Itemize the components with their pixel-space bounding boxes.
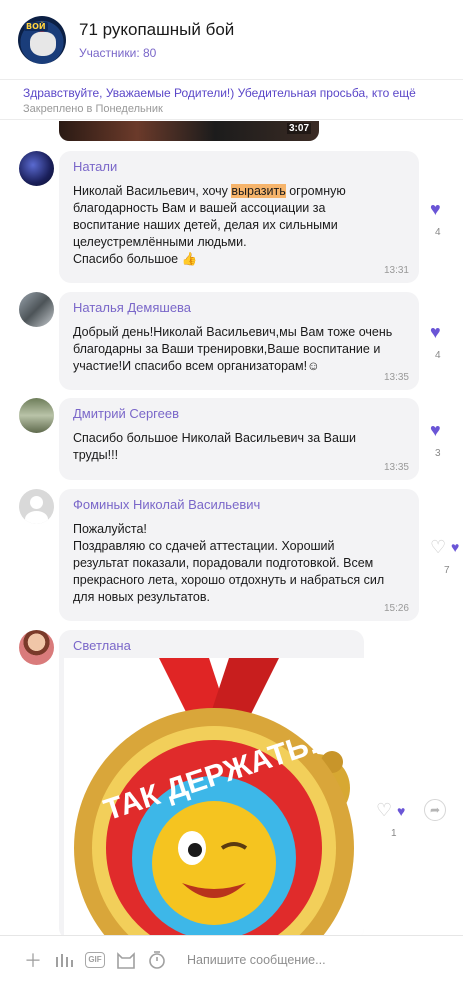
like-count: 3 [435,448,441,459]
gif-icon[interactable]: GIF [84,949,106,971]
avatar[interactable] [19,151,54,186]
timer-icon[interactable] [146,949,168,971]
heart-icon[interactable]: ♥ [451,538,459,556]
message-composer: ＋ GIF Напишите сообщение... [0,935,463,983]
heart-icon[interactable]: ♥ [430,200,441,218]
message-time: 15:26 [383,603,409,614]
like-count: 4 [435,227,441,238]
group-avatar-badge: ВОЙ [24,21,48,31]
message-bubble: Наталья Демяшева Добрый день!Николай Вас… [59,292,419,390]
voice-icon[interactable] [53,949,75,971]
message-bubble: Дмитрий Сергеев Спасибо большое Николай … [59,398,419,480]
message-text: Спасибо большое Николай Васильевич за Ва… [73,431,356,462]
like-count: 7 [444,565,450,576]
message-time: 13:35 [383,462,409,473]
video-thumbnail[interactable]: 3:07 [59,121,319,141]
message-author[interactable]: Фоминых Николай Васильевич [73,497,405,512]
cat-sticker-icon[interactable] [115,949,137,971]
message-author[interactable]: Дмитрий Сергеев [73,406,405,421]
plus-icon[interactable]: ＋ [22,949,44,971]
message-time: 13:35 [383,372,409,383]
message-author[interactable]: Светлана [73,638,131,653]
group-avatar[interactable]: ВОЙ [18,15,66,64]
pinned-message-text: Здравствуйте, Уважаемые Родители!) Убеди… [23,86,416,100]
pinned-message[interactable]: Здравствуйте, Уважаемые Родители!) Убеди… [0,80,463,120]
message-bubble: Фоминых Николай Васильевич Пожалуйста! П… [59,489,419,621]
heart-icon[interactable]: ♥ [430,323,441,341]
heart-outline-icon[interactable]: ♡ [430,538,446,556]
like-count: 4 [435,350,441,361]
message-text: Добрый день!Николай Васильевич,мы Вам то… [73,325,393,373]
like-count: 1 [391,828,397,839]
image-message-bubble: Светлана ТАК ДЕРЖАТЬ! [59,630,364,940]
avatar[interactable] [19,630,54,665]
message-time: 13:31 [383,265,409,276]
message-text-part: Николай Васильевич, хочу [73,184,232,198]
chat-header: ВОЙ 71 рукопашный бой Участники: 80 [0,0,463,80]
group-avatar-face [30,31,56,56]
avatar[interactable] [19,398,54,433]
message-author[interactable]: Натали [73,159,405,174]
avatar[interactable] [19,489,54,524]
heart-icon[interactable]: ♥ [430,421,441,439]
chat-title[interactable]: 71 рукопашный бой [79,20,234,40]
avatar[interactable] [19,292,54,327]
medal-image[interactable]: ТАК ДЕРЖАТЬ! [64,658,364,940]
message-input[interactable]: Напишите сообщение... [187,953,326,967]
members-count[interactable]: Участники: 80 [79,46,234,60]
message-text: Пожалуйста! Поздравляю со сдачей аттеста… [73,522,385,604]
video-duration: 3:07 [286,123,311,134]
highlighted-word: выразить [231,184,286,198]
message-bubble: Натали Николай Васильевич, хочу выразить… [59,151,419,283]
heart-icon[interactable]: ♥ [397,802,405,820]
pinned-message-date: Закреплено в Понедельник [23,103,163,115]
heart-outline-icon[interactable]: ♡ [376,801,392,819]
share-icon[interactable]: ➦ [424,799,446,821]
message-author[interactable]: Наталья Демяшева [73,300,405,315]
gif-label: GIF [85,951,105,968]
header-text: 71 рукопашный бой Участники: 80 [79,20,234,60]
message-text: Николай Васильевич, хочу выразить огромн… [73,183,405,268]
